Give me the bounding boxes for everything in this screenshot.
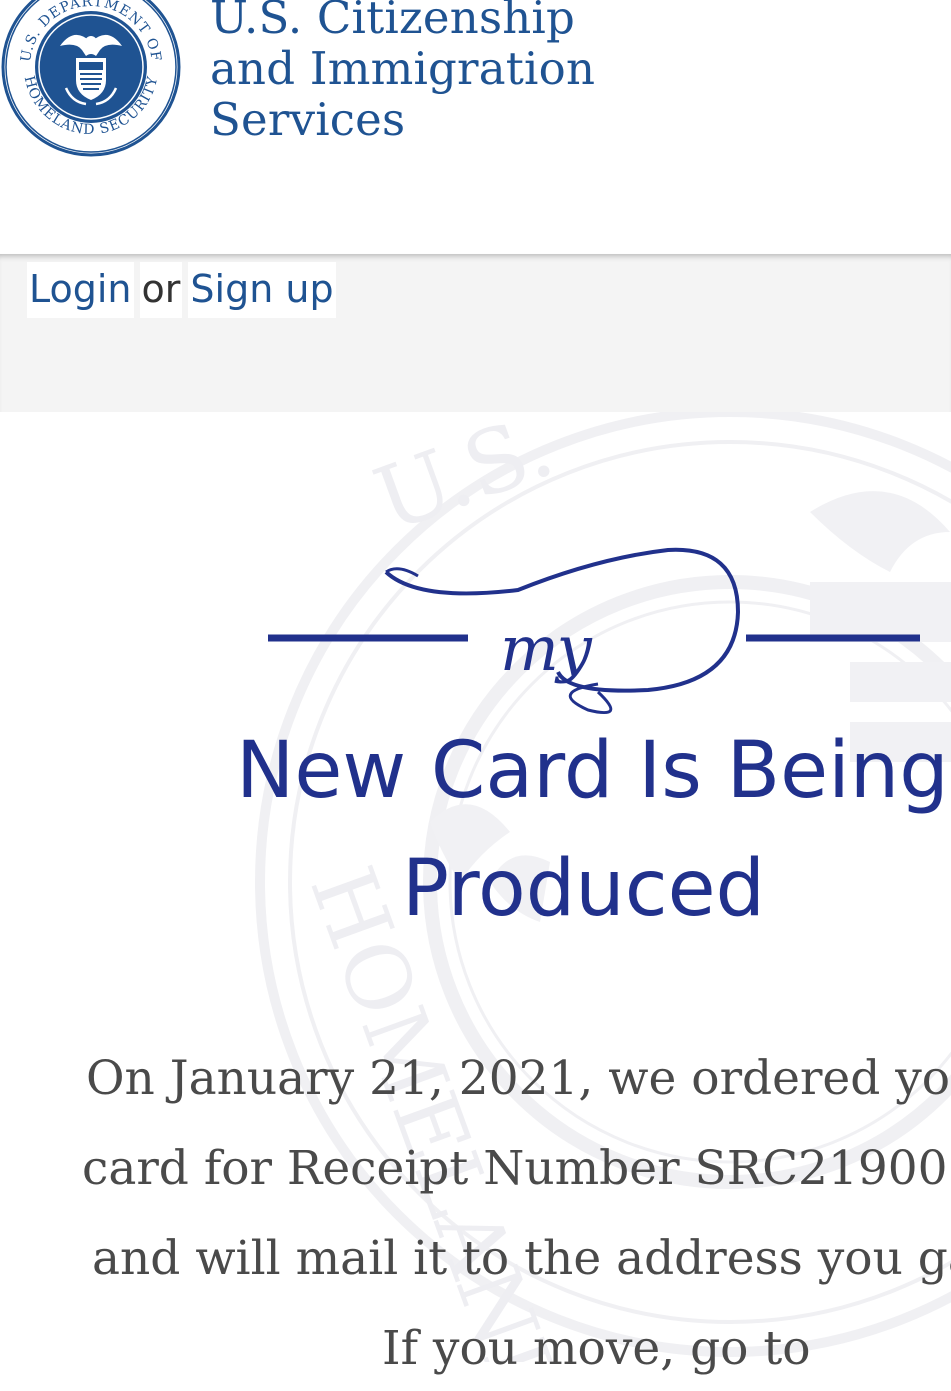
case-status-body-line-3: and will mail it to the address you gave… bbox=[92, 1231, 951, 1286]
case-status-title-line-2: Produced bbox=[402, 844, 766, 934]
signup-link-chip: Sign up bbox=[188, 262, 336, 318]
case-status-title-line-1: New Card Is Being bbox=[236, 726, 949, 816]
auth-links: Login or Sign up bbox=[27, 262, 342, 318]
login-link[interactable]: Login bbox=[29, 267, 132, 311]
auth-bar: Login or Sign up bbox=[0, 254, 951, 412]
case-status-main: U.S. HOMELAND my New Card Is Being Produ… bbox=[0, 412, 951, 1391]
agency-name[interactable]: U.S. Citizenship and Immigration Service… bbox=[210, 0, 595, 145]
auth-or-text: or bbox=[139, 262, 183, 318]
dhs-seal-icon[interactable]: U.S. DEPARTMENT OF HOMELAND SECURITY bbox=[0, 0, 182, 158]
case-status-body-line-4: If you move, go to bbox=[382, 1321, 811, 1376]
case-status-body: On January 21, 2021, we ordered your car… bbox=[60, 1034, 951, 1391]
case-status-body-line-2: card for Receipt Number SRC21900100000, bbox=[82, 1141, 951, 1196]
my-uscis-logo: my bbox=[268, 547, 920, 715]
site-header: U.S. DEPARTMENT OF HOMELAND SECURITY U.S… bbox=[0, 0, 951, 254]
my-logo-text: my bbox=[500, 612, 593, 685]
agency-name-line-1: U.S. Citizenship bbox=[210, 0, 576, 44]
signup-link[interactable]: Sign up bbox=[190, 267, 333, 311]
login-link-chip: Login bbox=[27, 262, 134, 318]
agency-name-line-2: and Immigration bbox=[210, 42, 596, 95]
case-status-title: New Card Is Being Produced bbox=[236, 712, 951, 948]
agency-name-line-3: Services bbox=[210, 93, 406, 146]
case-status-body-line-1: On January 21, 2021, we ordered your bbox=[86, 1051, 951, 1106]
